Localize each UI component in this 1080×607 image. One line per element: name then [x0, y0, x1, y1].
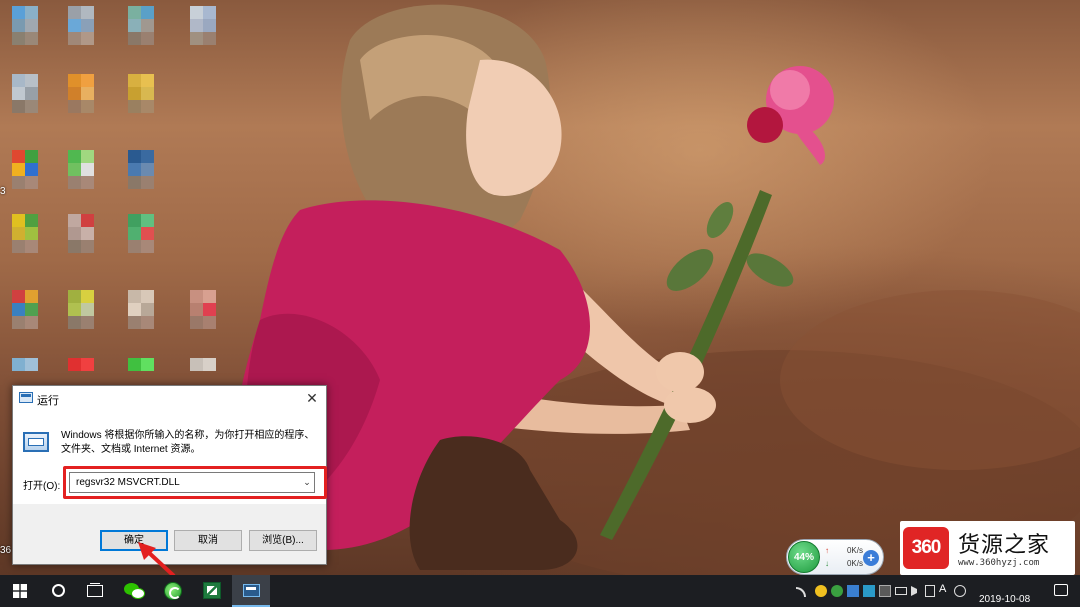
desktop-icon[interactable]: [190, 290, 230, 334]
desktop-icon[interactable]: [12, 358, 52, 384]
desktop-icon[interactable]: [128, 6, 168, 50]
desktop-icon[interactable]: [128, 358, 168, 384]
ime-indicator[interactable]: A: [939, 583, 946, 595]
desktop-icon[interactable]: [12, 74, 52, 118]
desktop-icon[interactable]: [68, 214, 108, 258]
desktop-icon[interactable]: [68, 150, 108, 194]
desktop-icon[interactable]: [12, 214, 52, 258]
excel-icon: [203, 582, 221, 599]
watermark-name: 货源之家: [958, 533, 1051, 558]
task-view-button[interactable]: [76, 575, 114, 607]
tray-app-icon[interactable]: [954, 585, 966, 597]
run-dialog-description: Windows 将根据你所输入的名称，为你打开相应的程序、 文件夹、文档或 In…: [61, 429, 323, 457]
run-icon: [19, 392, 33, 403]
desktop-edge-label: 36: [0, 545, 12, 556]
desktop-icon[interactable]: [190, 6, 230, 50]
windows-start-icon: [13, 584, 27, 598]
memory-usage-percent: 44%: [788, 541, 820, 573]
close-button[interactable]: ✕: [298, 386, 326, 410]
run-icon: [243, 584, 260, 597]
cancel-button[interactable]: 取消: [174, 530, 242, 551]
volume-icon[interactable]: [911, 586, 919, 596]
desktop-edge-label: 3: [0, 186, 6, 197]
desktop-icon[interactable]: [128, 214, 168, 258]
desktop-icon[interactable]: [68, 358, 108, 384]
taskbar-app-wechat[interactable]: [116, 575, 154, 607]
wechat-icon: [131, 588, 145, 599]
watermark-logo: 360: [903, 527, 949, 569]
open-label: 打开(O):: [23, 481, 61, 492]
desktop-icon[interactable]: [68, 6, 108, 50]
tray-app-icon[interactable]: [863, 585, 875, 597]
tray-app-icon[interactable]: [847, 585, 859, 597]
task-view-icon: [87, 585, 103, 597]
battery-icon[interactable]: [895, 587, 907, 595]
plus-icon[interactable]: +: [863, 550, 879, 566]
highlight-annotation: [63, 466, 327, 499]
desktop-icon[interactable]: [128, 74, 168, 118]
run-dialog-title: 运行: [37, 395, 59, 407]
description-line: Windows 将根据你所输入的名称，为你打开相应的程序、: [61, 430, 315, 441]
upload-speed-value: 0K/s: [846, 546, 863, 555]
keyboard-icon[interactable]: [925, 585, 935, 597]
search-icon: [52, 584, 65, 597]
taskbar-app-360[interactable]: [154, 575, 192, 607]
taskbar-app-run[interactable]: [232, 575, 270, 607]
arrow-up-icon: ↑: [825, 546, 829, 555]
run-app-icon: [23, 432, 49, 452]
desktop-icon[interactable]: [12, 150, 52, 194]
desktop-icon[interactable]: [68, 74, 108, 118]
desktop-icon[interactable]: [190, 358, 230, 384]
site-watermark: 360 货源之家 www.360hyzj.com: [900, 521, 1075, 575]
clock-date[interactable]: 2019-10-08: [979, 594, 1030, 605]
arrow-annotation-icon: [138, 542, 176, 578]
desktop-icon[interactable]: [68, 290, 108, 334]
tray-app-icon[interactable]: [815, 585, 827, 597]
tray-app-icon[interactable]: [831, 585, 843, 597]
network-speed-widget[interactable]: 44% ↑ 0K/s ↓ 0K/s +: [786, 539, 884, 575]
taskbar-app-excel[interactable]: [193, 575, 231, 607]
taskbar: A 2019-10-08: [0, 575, 1080, 607]
desktop-icon[interactable]: [128, 290, 168, 334]
arrow-down-icon: ↓: [825, 559, 829, 568]
wifi-icon[interactable]: [796, 587, 806, 597]
search-button[interactable]: [40, 575, 78, 607]
download-speed-value: 0K/s: [846, 559, 863, 568]
tray-app-icon[interactable]: [879, 585, 891, 597]
system-tray: A 2019-10-08: [790, 575, 1080, 607]
start-button[interactable]: [0, 575, 40, 607]
description-line: 文件夹、文档或 Internet 资源。: [61, 444, 201, 455]
notification-center-icon[interactable]: [1054, 584, 1068, 596]
desktop-icon[interactable]: [12, 6, 52, 50]
desktop-icon[interactable]: [12, 290, 52, 334]
run-dialog-titlebar[interactable]: 运行 ✕: [13, 386, 326, 410]
watermark-url: www.360hyzj.com: [958, 558, 1040, 568]
desktop-icon[interactable]: [128, 150, 168, 194]
run-dialog: 运行 ✕ Windows 将根据你所输入的名称，为你打开相应的程序、 文件夹、文…: [12, 385, 327, 565]
browse-button[interactable]: 浏览(B)...: [249, 530, 317, 551]
360-security-icon: [164, 582, 182, 600]
